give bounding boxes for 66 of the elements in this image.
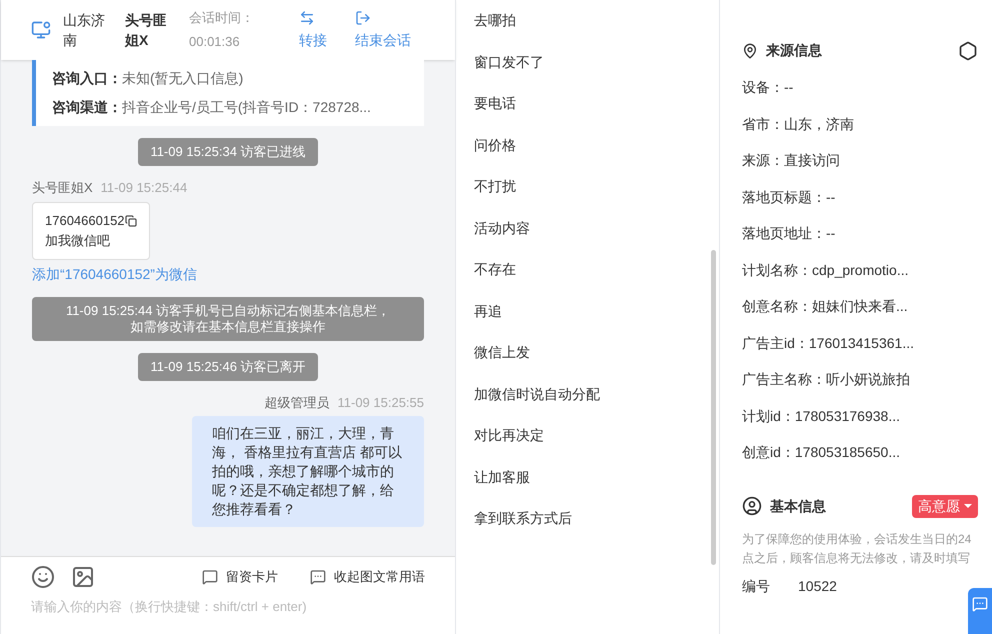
quick-reply-item[interactable]: 拿到联系方式后 [474, 508, 719, 550]
quick-reply-item[interactable]: 加微信时说自动分配 [474, 384, 719, 425]
system-notice: 11-09 15:25:46 访客已离开 [138, 352, 318, 380]
source-field: 广告主id：176013415361... [742, 332, 978, 369]
message-input[interactable]: 请输入你的内容（换行快捷键：shift/ctrl + enter) [31, 597, 425, 616]
lead-card-button[interactable]: 留资卡片 [202, 567, 278, 587]
emoji-icon[interactable] [31, 565, 55, 589]
dropdown-caret-icon [964, 504, 972, 508]
section-title: 来源信息 [766, 41, 822, 60]
card-icon [202, 569, 218, 585]
location-pin-icon [742, 42, 758, 58]
user-icon [742, 496, 762, 516]
source-field: 来源：直接访问 [742, 150, 978, 186]
info-value: 未知(暂无入口信息) [122, 69, 244, 88]
source-field: 省市：山东，济南 [742, 114, 978, 150]
quick-reply-item[interactable]: 对比再决定 [474, 425, 719, 466]
message-time: 11-09 15:25:55 [338, 394, 424, 412]
quick-reply-item[interactable]: 问价格 [474, 134, 719, 176]
info-label: 咨询渠道： [52, 98, 122, 117]
section-title: 基本信息 [770, 496, 826, 516]
system-notice: 如需修改请在基本信息栏直接操作 [130, 318, 326, 334]
sender-name: 超级管理员 [264, 394, 330, 412]
visitor-location: 山东济南 [63, 11, 106, 50]
exit-icon [355, 10, 371, 26]
source-field: 落地页地址：-- [742, 223, 978, 260]
settings-icon[interactable] [958, 40, 978, 60]
source-field: 广告主名称：听小妍说旅拍 [742, 369, 978, 406]
source-field: 落地页标题：-- [742, 186, 978, 223]
quick-reply-item[interactable]: 微信上发 [474, 342, 719, 384]
quick-reply-item[interactable]: 窗口发不了 [474, 52, 719, 93]
source-field: 创意名称：姐妹们快来看... [742, 296, 978, 332]
sender-name: 头号匪姐X [32, 179, 93, 197]
source-field: 创意id：178053185650... [742, 442, 978, 478]
message-icon [310, 569, 326, 585]
source-field: 计划id：178053176938... [742, 406, 978, 442]
message-text: 加我微信吧 [45, 232, 111, 250]
quick-reply-item[interactable]: 再追 [474, 300, 719, 342]
field-label: 编号 [742, 576, 771, 596]
copy-icon[interactable] [124, 214, 137, 226]
field-value: 10522 [798, 576, 837, 596]
phrases-toggle-button[interactable]: 收起图文常用语 [310, 567, 425, 587]
source-field: 设备：-- [742, 77, 978, 114]
monitor-icon [31, 20, 51, 40]
system-notice: 11-09 15:25:44 访客手机号已自动标记右侧基本信息栏， [66, 302, 390, 318]
visitor-name: 头号匪姐X [125, 11, 168, 50]
info-label: 咨询入口： [52, 69, 122, 88]
system-notice: 11-09 15:25:34 访客已进线 [138, 138, 318, 166]
chat-float-button[interactable] [968, 588, 992, 634]
message-time: 11-09 15:25:44 [100, 179, 188, 197]
quick-reply-item[interactable]: 活动内容 [474, 218, 719, 259]
transfer-icon [299, 10, 315, 26]
quick-reply-item[interactable]: 不打扰 [474, 176, 719, 218]
quick-reply-item[interactable]: 去哪拍 [474, 10, 719, 52]
phone-number: 17604660152 [45, 212, 125, 230]
quick-reply-item[interactable]: 要电话 [474, 93, 719, 134]
source-field: 计划名称：cdp_promotio... [742, 260, 978, 296]
session-label: 会话时间： [189, 9, 255, 27]
intent-tag[interactable]: 高意愿 [912, 494, 978, 518]
info-value: 抖音企业号/员工号(抖音号ID：728728... [122, 98, 371, 117]
session-time: 00:01:36 [189, 33, 241, 51]
message-bubble: 咱们在三亚，丽江，大理，青海， 香格里拉有直营店 都可以拍的哦，亲想了解哪个城市的呢？还是不确定都想了解，给您推荐看看？ [192, 416, 424, 527]
image-icon[interactable] [71, 565, 95, 589]
quick-reply-item[interactable]: 让加客服 [474, 466, 719, 508]
chat-icon [972, 596, 988, 612]
notice-text: 为了保障您的使用体验，会话发生当日的24点之后，顾客信息将无法修改，请及时填写 [742, 530, 972, 566]
quick-reply-item[interactable]: 不存在 [474, 259, 719, 300]
